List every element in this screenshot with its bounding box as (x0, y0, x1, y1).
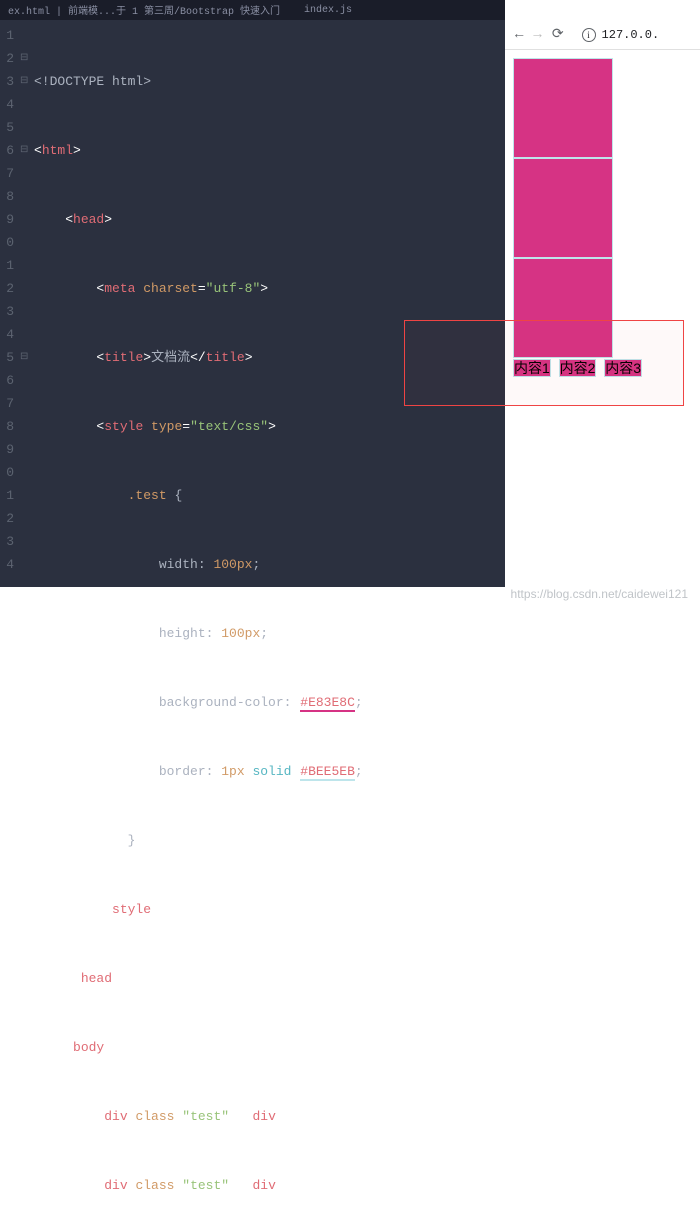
div-block (513, 158, 613, 258)
code-line: .test { (34, 484, 505, 507)
tab-file[interactable]: ex.html | 前端模...于 1 第三周/Bootstrap 快速入门 (8, 2, 280, 18)
fold-icon[interactable]: ⊟ (20, 139, 34, 162)
code-line: <div class="test"></div> (34, 1105, 505, 1128)
code-line: height: 100px; (34, 622, 505, 645)
reload-icon[interactable]: ⟳ (552, 26, 564, 43)
code-line: } (34, 829, 505, 852)
render-area: 内容1 内容2 内容3 (505, 50, 700, 378)
fold-icon[interactable]: ⊟ (20, 346, 34, 369)
browser-toolbar: ← → ⟳ i 127.0.0. (505, 20, 700, 50)
code-line: </head> (34, 967, 505, 990)
address-bar[interactable]: i 127.0.0. (582, 28, 660, 42)
back-icon[interactable]: ← (515, 27, 523, 43)
code-line: <body> (34, 1036, 505, 1059)
line-gutter: 123456789012345678901234 (0, 24, 20, 587)
watermark: https://blog.csdn.net/caidewei121 (511, 587, 688, 601)
fold-icon[interactable]: ⊟ (20, 70, 34, 93)
span-inline: 内容1 (513, 359, 551, 377)
code-line: <div class="test"></div> (34, 1174, 505, 1197)
span-inline: 内容3 (604, 359, 642, 377)
tab-file[interactable]: index.js (304, 5, 352, 16)
url-text: 127.0.0. (602, 28, 660, 42)
browser-preview: ← → ⟳ i 127.0.0. 内容1 内容2 内容3 (505, 20, 700, 587)
code-line: <head> (34, 208, 505, 231)
code-line: <style type="text/css"> (34, 415, 505, 438)
code-line: width: 100px; (34, 553, 505, 576)
fold-icon[interactable]: ⊟ (20, 47, 34, 70)
info-icon[interactable]: i (582, 28, 596, 42)
code-line: <title>文档流</title> (34, 346, 505, 369)
fold-gutter: ⊟⊟⊟⊟ (20, 24, 34, 587)
code-body[interactable]: <!DOCTYPE html> <html> <head> <meta char… (34, 24, 505, 587)
editor-tabbar: ex.html | 前端模...于 1 第三周/Bootstrap 快速入门 i… (0, 0, 505, 20)
code-line: <meta charset="utf-8"> (34, 277, 505, 300)
forward-icon[interactable]: → (533, 27, 541, 43)
code-line: <!DOCTYPE html> (34, 70, 505, 93)
main-area: 123456789012345678901234 ⊟⊟⊟⊟ <!DOCTYPE … (0, 20, 700, 587)
code-line: </style> (34, 898, 505, 921)
div-block (513, 258, 613, 358)
div-block (513, 58, 613, 158)
code-editor[interactable]: 123456789012345678901234 ⊟⊟⊟⊟ <!DOCTYPE … (0, 20, 505, 587)
code-line: <html> (34, 139, 505, 162)
code-line: border: 1px solid #BEE5EB; (34, 760, 505, 783)
span-inline: 内容2 (559, 359, 597, 377)
code-line: background-color: #E83E8C; (34, 691, 505, 714)
